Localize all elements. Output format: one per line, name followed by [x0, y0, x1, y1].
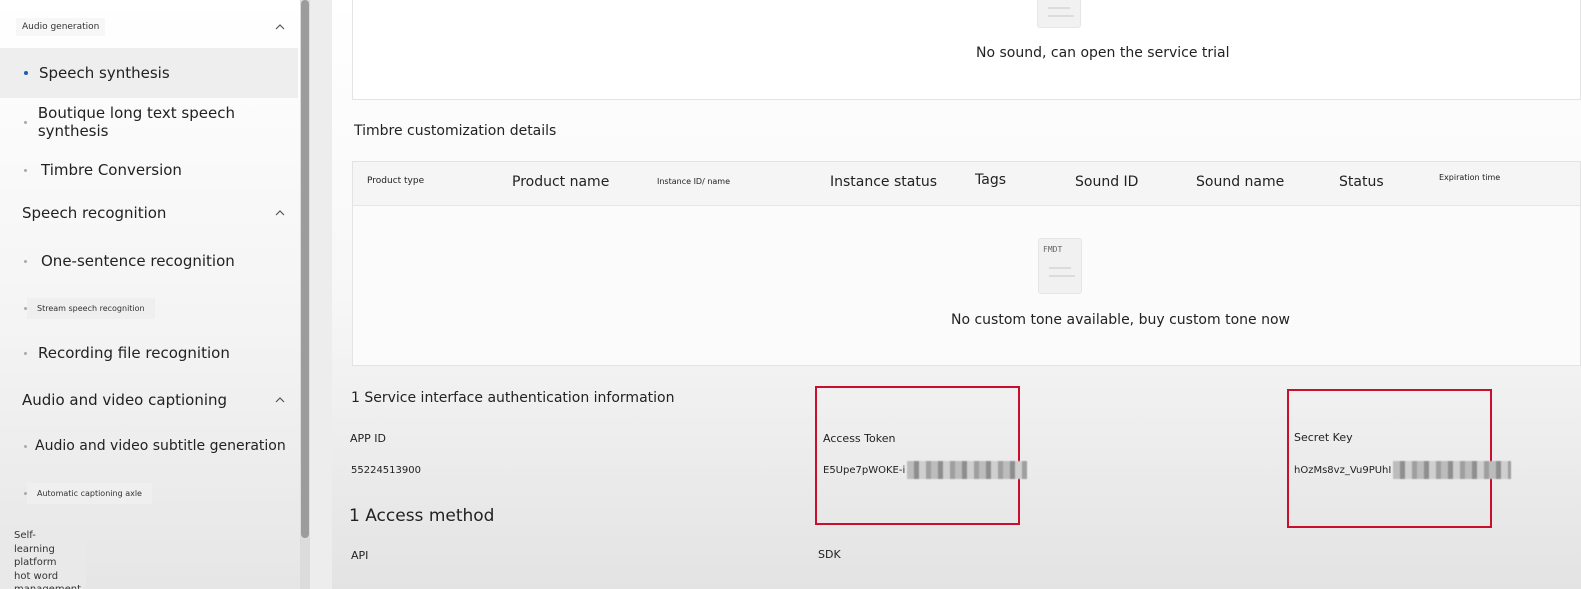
bullet-icon [24, 444, 27, 448]
bullet-icon [24, 71, 28, 75]
column-header[interactable]: Sound ID [1075, 174, 1138, 190]
api-label: API [351, 549, 369, 562]
empty-document-icon: FMDT [1038, 238, 1082, 294]
sidebar-item-stream-speech-recognition[interactable]: Stream speech recognition [0, 296, 298, 320]
bullet-icon [24, 120, 27, 124]
access-method-title: 1 Access method [349, 506, 495, 526]
column-header[interactable]: Instance ID/ name [657, 177, 730, 186]
access-token-label: Access Token [823, 432, 896, 445]
sidebar: Audio generation Speech synthesis Boutiq… [0, 0, 300, 589]
sidebar-group-speech-recognition[interactable]: Speech recognition [0, 200, 298, 226]
sidebar-item-timbre-conversion[interactable]: Timbre Conversion [0, 156, 298, 184]
sidebar-item-label: Timbre Conversion [41, 161, 182, 179]
sidebar-item-automatic-captioning[interactable]: Automatic captioning axle [0, 480, 298, 506]
column-header[interactable]: Sound name [1196, 174, 1284, 190]
sidebar-item-label: Boutique long text speech synthesis [37, 104, 235, 140]
sidebar-item-one-sentence-recognition[interactable]: One-sentence recognition [0, 247, 298, 275]
sidebar-group-audio-video-captioning[interactable]: Audio and video captioning [0, 387, 298, 413]
column-header[interactable]: Product name [512, 174, 609, 190]
sidebar-item-boutique-long-text[interactable]: Boutique long text speech synthesis [0, 104, 298, 140]
sidebar-item-label: Speech synthesis [39, 64, 170, 82]
sidebar-item-label: Audio and video subtitle generation [35, 438, 286, 454]
column-header[interactable]: Instance status [830, 174, 937, 190]
table-empty-text: No custom tone available, buy custom ton… [951, 312, 1290, 328]
timbre-section-title: Timbre customization details [354, 123, 557, 139]
sidebar-footer-link[interactable]: Self-learning platform hot word manageme… [0, 527, 86, 589]
column-header[interactable]: Tags [975, 172, 1006, 188]
sidebar-group-audio-generation[interactable]: Audio generation [0, 14, 298, 40]
sidebar-group-label: Audio generation [16, 18, 106, 36]
sidebar-item-subtitle-generation[interactable]: Audio and video subtitle generation [0, 432, 298, 460]
app-id-value: 55224513900 [351, 465, 421, 476]
secret-key-highlight [1287, 389, 1492, 528]
timbre-table: Product type Product name Instance ID/ n… [352, 161, 1581, 366]
column-header[interactable]: Status [1339, 174, 1384, 190]
empty-document-icon [1037, 0, 1081, 28]
trial-empty-text: No sound, can open the service trial [976, 45, 1230, 61]
redacted-mask [907, 461, 1028, 479]
trial-empty-panel: No sound, can open the service trial [352, 0, 1581, 100]
sidebar-group-label: Speech recognition [22, 204, 167, 222]
chevron-up-icon[interactable] [274, 21, 286, 33]
auth-section-title: 1 Service interface authentication infor… [351, 390, 675, 406]
access-token-highlight [815, 386, 1020, 525]
secret-key-value[interactable]: hOzMs8vz_Vu9PUhI [1294, 461, 1512, 479]
bullet-icon [24, 168, 27, 172]
sidebar-item-label: One-sentence recognition [41, 252, 235, 270]
table-header: Product type Product name Instance ID/ n… [353, 162, 1580, 206]
sidebar-item-label: Stream speech recognition [27, 297, 155, 319]
bullet-icon [24, 351, 27, 355]
column-header[interactable]: Expiration time [1439, 173, 1500, 182]
sidebar-item-label: Recording file recognition [38, 344, 230, 362]
sidebar-scrollbar[interactable] [300, 0, 310, 589]
sidebar-item-speech-synthesis[interactable]: Speech synthesis [0, 48, 298, 98]
secret-key-label: Secret Key [1294, 431, 1353, 444]
sidebar-item-recording-file-recognition[interactable]: Recording file recognition [0, 339, 298, 367]
chevron-up-icon[interactable] [274, 394, 286, 406]
redacted-mask [1393, 461, 1512, 479]
sidebar-group-label: Audio and video captioning [22, 391, 228, 409]
main-content: No sound, can open the service trial Tim… [332, 0, 1581, 589]
bullet-icon [24, 259, 27, 263]
app-id-label: APP ID [350, 432, 387, 445]
access-token-value[interactable]: E5Upe7pWOKE-i [823, 461, 1028, 479]
gutter [310, 0, 332, 589]
scrollbar-thumb[interactable] [301, 0, 309, 538]
sidebar-item-label: Automatic captioning axle [27, 482, 152, 504]
chevron-up-icon[interactable] [274, 207, 286, 219]
column-header[interactable]: Product type [367, 176, 424, 186]
sdk-label: SDK [818, 548, 841, 561]
